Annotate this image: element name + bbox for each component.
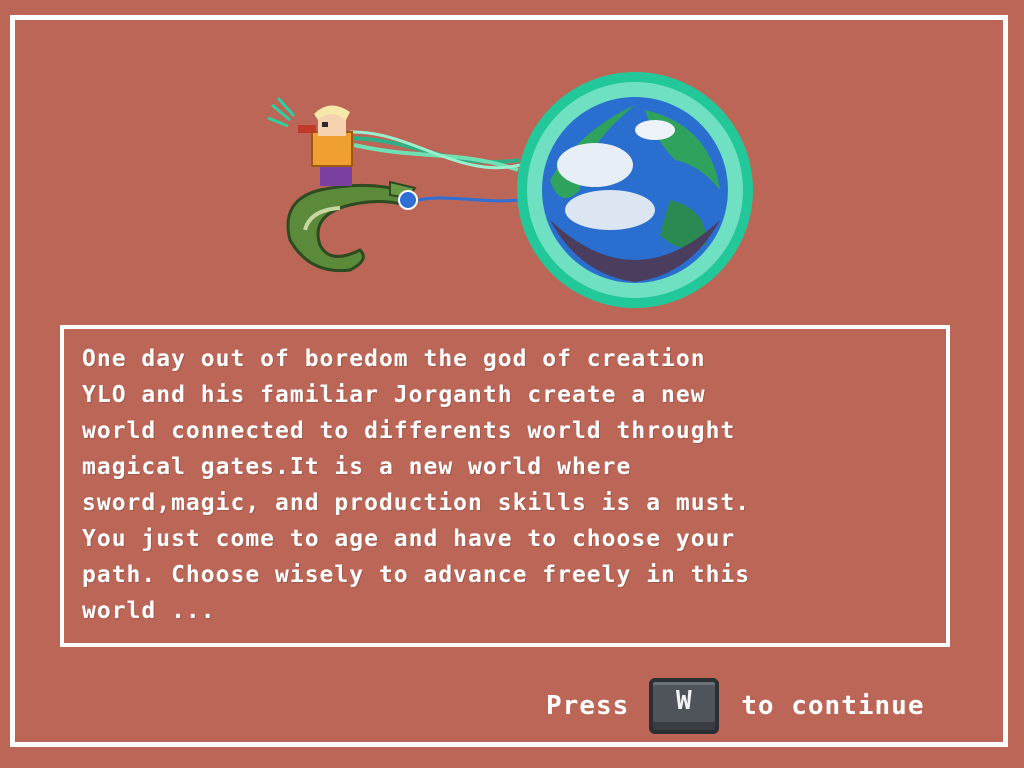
game-screen: One day out of boredom the god of creati… bbox=[0, 0, 1024, 768]
intro-illustration bbox=[267, 72, 753, 308]
prompt-press-label: Press bbox=[546, 691, 630, 721]
planet-globe-icon bbox=[517, 72, 753, 308]
story-text: One day out of boredom the god of creati… bbox=[82, 341, 930, 629]
story-line: You just come to age and have to choose … bbox=[82, 526, 736, 552]
story-line: magical gates.It is a new world where bbox=[82, 454, 632, 480]
story-line: One day out of boredom the god of creati… bbox=[82, 346, 706, 372]
story-line: sword,magic, and production skills is a … bbox=[82, 490, 751, 516]
story-line: world connected to differents world thro… bbox=[82, 418, 736, 444]
w-key-label: W bbox=[675, 686, 693, 716]
story-line: path. Choose wisely to advance freely in… bbox=[82, 562, 751, 588]
prompt-continue-label: to continue bbox=[741, 691, 925, 721]
story-line: world ... bbox=[82, 598, 216, 624]
continue-prompt[interactable]: Press W to continue bbox=[540, 676, 1000, 736]
w-key-icon[interactable]: W bbox=[649, 678, 720, 734]
story-text-box: One day out of boredom the god of creati… bbox=[60, 325, 950, 647]
god-on-dragon-sprite bbox=[267, 97, 418, 273]
story-line: YLO and his familiar Jorganth create a n… bbox=[82, 382, 706, 408]
